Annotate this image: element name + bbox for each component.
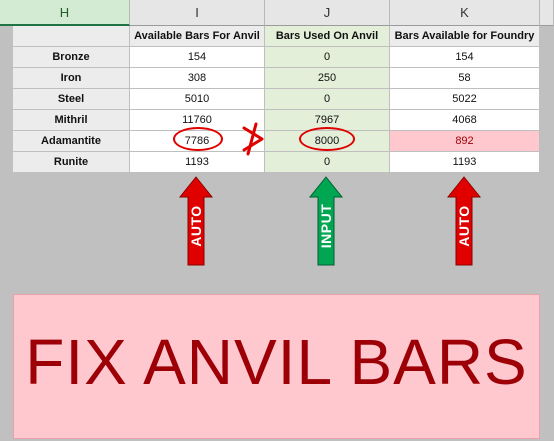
cell-foundry[interactable]: 5022 — [390, 89, 540, 110]
row-label[interactable]: Mithril — [13, 110, 130, 131]
cell-used[interactable]: 0 — [265, 47, 390, 68]
cell-foundry-error[interactable]: 892 — [390, 131, 540, 152]
row-label[interactable]: Adamantite — [13, 131, 130, 152]
cell-foundry[interactable]: 1193 — [390, 152, 540, 173]
row-label[interactable]: Steel — [13, 89, 130, 110]
cell-available[interactable]: 5010 — [130, 89, 265, 110]
warning-banner: FIX ANVIL BARS — [13, 294, 540, 439]
row-label[interactable]: Iron — [13, 68, 130, 89]
header-available[interactable]: Available Bars For Anvil — [130, 26, 265, 47]
column-header-i[interactable]: I — [130, 0, 265, 26]
not-greater-than-icon — [242, 122, 264, 156]
header-foundry[interactable]: Bars Available for Foundry — [390, 26, 540, 47]
highlight-circle — [173, 127, 223, 151]
cell-available[interactable]: 308 — [130, 68, 265, 89]
cell-foundry[interactable]: 154 — [390, 47, 540, 68]
arrow-label-input: INPUT — [318, 203, 334, 249]
column-header-next[interactable] — [540, 0, 554, 26]
header-used[interactable]: Bars Used On Anvil — [265, 26, 390, 47]
cell-used[interactable]: 0 — [265, 89, 390, 110]
cell-used[interactable]: 250 — [265, 68, 390, 89]
column-header-k[interactable]: K — [390, 0, 540, 26]
arrow-label-auto: AUTO — [188, 205, 204, 247]
column-header-j[interactable]: J — [265, 0, 390, 26]
cell-foundry[interactable]: 58 — [390, 68, 540, 89]
cell-available[interactable]: 154 — [130, 47, 265, 68]
cell-used[interactable]: 0 — [265, 152, 390, 173]
cell-foundry[interactable]: 4068 — [390, 110, 540, 131]
column-header-bar: H I J K — [0, 0, 554, 26]
row-label[interactable]: Bronze — [13, 47, 130, 68]
highlight-circle — [299, 127, 355, 151]
column-header-h[interactable]: H — [0, 0, 130, 26]
banner-title: FIX ANVIL BARS — [25, 326, 528, 398]
row-label[interactable]: Runite — [13, 152, 130, 173]
header-label-cell[interactable] — [13, 26, 130, 47]
arrow-label-auto: AUTO — [456, 205, 472, 247]
